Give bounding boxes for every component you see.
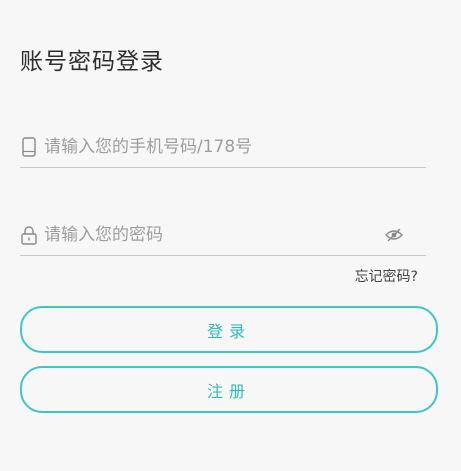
phone-field[interactable]	[20, 127, 426, 168]
eye-hidden-icon[interactable]	[384, 225, 404, 245]
forgot-password-link[interactable]: 忘记密码?	[355, 266, 418, 286]
password-input[interactable]	[44, 220, 426, 250]
password-field[interactable]	[20, 215, 426, 256]
login-button[interactable]: 登录	[20, 306, 438, 353]
phone-input[interactable]	[44, 132, 426, 162]
phone-icon	[20, 136, 38, 158]
register-button[interactable]: 注册	[20, 366, 438, 413]
lock-icon	[20, 224, 38, 246]
page-title: 账号密码登录	[20, 49, 164, 75]
